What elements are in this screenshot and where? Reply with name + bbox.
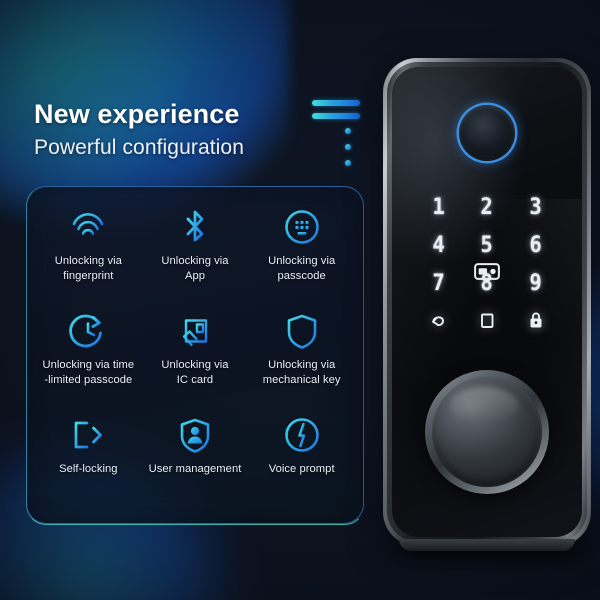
feature-item-passcode: Unlocking via passcode: [248, 201, 355, 305]
feature-label: Self-locking: [59, 463, 118, 475]
smart-door-lock: 1 2 3 4 5 6 7 8 9: [383, 58, 591, 551]
feature-label: Unlocking via IC card: [161, 359, 229, 387]
lock-base-foot: [399, 539, 575, 551]
keypad-key-6[interactable]: 6: [530, 235, 542, 257]
back-arrow-icon[interactable]: [428, 310, 448, 335]
thumb-turn-knob[interactable]: [425, 370, 549, 494]
square-icon[interactable]: [477, 310, 497, 335]
decorative-accent-mark: [312, 100, 364, 176]
accent-bar-2: [312, 113, 360, 119]
accent-dot-3: [345, 160, 351, 166]
feature-label: Unlocking via mechanical key: [262, 359, 341, 387]
keypad-key-3[interactable]: 3: [530, 197, 542, 219]
marketing-image-canvas: New experience Powerful configuration Un…: [0, 0, 600, 600]
feature-item-fingerprint: Unlocking via fingerprint: [35, 201, 142, 305]
accent-dot-2: [345, 144, 351, 150]
feature-label: Unlocking via fingerprint: [54, 255, 122, 283]
clock-timer-icon: [66, 309, 110, 353]
feature-label: Unlocking via App: [161, 255, 229, 283]
feature-item-time-limited-passcode: Unlocking via time -limited passcode: [35, 305, 142, 409]
feature-item-self-locking: Self-locking: [35, 409, 142, 513]
feature-label: User management: [148, 463, 242, 475]
feature-item-voice-prompt: Voice prompt: [248, 409, 355, 513]
feature-label: Voice prompt: [268, 463, 335, 475]
fingerprint-sensor-surface: [464, 110, 510, 156]
ic-card-icon[interactable]: [474, 263, 500, 285]
voice-prompt-icon: [280, 413, 324, 457]
feature-label: Unlocking via passcode: [268, 255, 336, 283]
ic-card-icon: [173, 309, 217, 353]
feature-item-user-management: User management: [142, 409, 249, 513]
feature-item-ic-card: Unlocking via IC card: [142, 305, 249, 409]
fingerprint-icon: [66, 205, 110, 249]
feature-item-mechanical-key: Unlocking via mechanical key: [248, 305, 355, 409]
feature-label: Unlocking via time -limited passcode: [42, 359, 135, 387]
headline-block: New experience Powerful configuration: [34, 99, 334, 160]
knob-highlight: [449, 386, 518, 425]
fingerprint-reader[interactable]: [459, 105, 515, 161]
accent-bar-1: [312, 100, 360, 106]
feature-grid: Unlocking via fingerprint Unlocking via …: [27, 187, 363, 523]
keypad-key-5[interactable]: 5: [481, 235, 493, 257]
exit-arrow-icon: [66, 413, 110, 457]
passcode-keypad-icon: [280, 205, 324, 249]
page-subtitle: Powerful configuration: [34, 136, 244, 160]
bluetooth-icon: [173, 205, 217, 249]
keypad-key-1[interactable]: 1: [432, 197, 444, 219]
keypad-key-7[interactable]: 7: [432, 273, 444, 295]
keypad-key-4[interactable]: 4: [432, 235, 444, 257]
keypad-key-9[interactable]: 9: [530, 273, 542, 295]
shield-key-icon: [280, 309, 324, 353]
page-title: New experience: [34, 99, 240, 129]
feature-item-app: Unlocking via App: [142, 201, 249, 305]
accent-dot-1: [345, 128, 351, 134]
accent-dot-group: [345, 128, 364, 166]
lock-icon[interactable]: [526, 310, 546, 335]
feature-panel: Unlocking via fingerprint Unlocking via …: [25, 185, 365, 525]
user-shield-icon: [173, 413, 217, 457]
keypad-key-2[interactable]: 2: [481, 197, 493, 219]
knob-face: [432, 377, 542, 487]
